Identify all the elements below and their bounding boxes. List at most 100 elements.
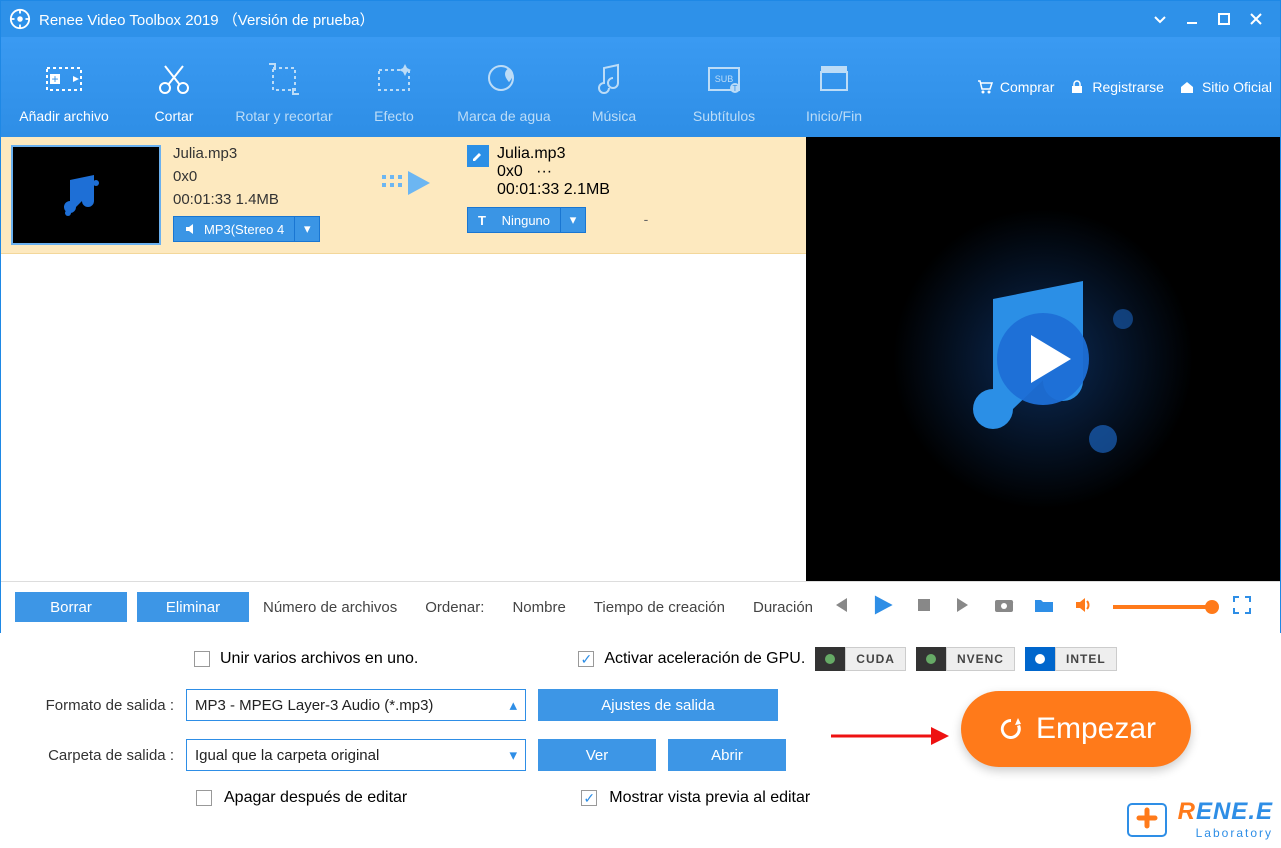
text-t-icon: T [478,213,486,228]
tool-subtitles[interactable]: SUBT Subtítulos [669,50,779,124]
chevron-up-icon: ▴ [509,696,517,714]
src-resolution: 0x0 [173,168,363,185]
link-register[interactable]: Registrarse [1068,78,1164,96]
edit-format-icon [467,145,489,167]
crop-rotate-icon [229,56,339,102]
shutdown-checkbox[interactable] [196,790,212,806]
cart-icon [976,78,994,96]
app-title: Renee Video Toolbox 2019 （Versión de pru… [39,9,375,30]
dst-resolution: 0x0 [497,163,523,180]
app-logo-icon [9,8,31,30]
volume-icon[interactable] [1073,594,1095,621]
gpu-label: Activar aceleración de GPU. [604,650,805,668]
music-note-icon [559,56,669,102]
tool-label: Efecto [339,108,449,124]
output-folder-combo[interactable]: Igual que la carpeta original ▾ [186,739,526,771]
tool-label: Subtítulos [669,108,779,124]
link-label: Comprar [1000,79,1054,95]
brand-logo: RRENE.EENE.E Laboratory [1124,796,1273,842]
view-button[interactable]: Ver [538,739,656,771]
filmstrip-add-icon: + [9,56,119,102]
home-icon [1178,78,1196,96]
svg-text:T: T [733,84,738,93]
volume-slider[interactable] [1113,605,1213,609]
play-button[interactable] [869,592,895,623]
folder-label: Carpeta de salida : [24,747,174,764]
link-official-site[interactable]: Sitio Oficial [1178,78,1272,96]
watermark-droplet-icon [449,56,559,102]
combo-value: Igual que la carpeta original [195,747,509,764]
output-settings-button[interactable]: Ajustes de salida [538,689,778,721]
refresh-icon [996,714,1026,744]
file-count-label: Número de archivos [263,599,397,616]
next-button[interactable] [953,594,975,621]
gpu-chip-nvenc: NVENC [916,647,1015,671]
tool-cut[interactable]: Cortar [119,50,229,124]
scissors-icon [119,56,229,102]
dropdown-value: Ninguno [502,213,550,228]
sort-by-time[interactable]: Tiempo de creación [594,599,725,616]
gpu-chip-cuda: CUDA [815,647,906,671]
tool-add-file[interactable]: + Añadir archivo [9,50,119,124]
chevron-down-icon: ▾ [560,207,586,233]
main-area: Julia.mp3 0x0 00:01:33 1.4MB MP3(Stereo … [1,137,1280,582]
svg-text:SUB: SUB [715,74,734,84]
subtitle-icon: SUBT [669,56,779,102]
src-duration-size: 00:01:33 1.4MB [173,191,363,208]
sort-by-name[interactable]: Nombre [512,599,565,616]
format-dropdown[interactable]: MP3(Stereo 4 ▾ [173,216,320,242]
file-row[interactable]: Julia.mp3 0x0 00:01:33 1.4MB MP3(Stereo … [1,137,806,254]
preview-checkbox[interactable] [581,790,597,806]
clear-button[interactable]: Borrar [15,592,127,622]
svg-text:+: + [51,72,58,86]
annotation-arrow-icon [831,721,951,751]
brand-text-1: R [1178,798,1196,825]
sort-label: Ordenar: [425,599,484,616]
tool-label: Cortar [119,108,229,124]
toolbar-ribbon: + Añadir archivo Cortar Rotar y recortar… [1,37,1280,137]
combo-value: MP3 - MPEG Layer-3 Audio (*.mp3) [195,697,509,714]
dst-more[interactable]: ··· [536,163,552,180]
effect-sparkle-icon [339,56,449,102]
output-format-combo[interactable]: MP3 - MPEG Layer-3 Audio (*.mp3) ▴ [186,689,526,721]
tool-effect[interactable]: Efecto [339,50,449,124]
tool-rotate-crop[interactable]: Rotar y recortar [229,50,339,124]
tool-start-end[interactable]: Inicio/Fin [779,50,889,124]
gpu-chip-intel: INTEL [1025,647,1117,671]
shutdown-label: Apagar después de editar [224,789,407,807]
close-button[interactable] [1240,1,1272,37]
menu-dropdown-icon[interactable] [1144,1,1176,37]
source-info: Julia.mp3 0x0 00:01:33 1.4MB MP3(Stereo … [173,145,363,242]
tool-music[interactable]: Música [559,50,669,124]
fullscreen-button[interactable] [1231,594,1253,621]
prev-button[interactable] [829,594,851,621]
open-button[interactable]: Abrir [668,739,786,771]
chevron-down-icon: ▾ [294,216,320,242]
output-panel: Unir varios archivos en uno. Activar ace… [0,633,1281,848]
snapshot-button[interactable] [993,594,1015,621]
link-label: Sitio Oficial [1202,79,1272,95]
preview-pane[interactable] [806,137,1280,581]
remove-button[interactable]: Eliminar [137,592,249,622]
start-label: Empezar [1036,712,1156,746]
link-label: Registrarse [1092,79,1164,95]
maximize-button[interactable] [1208,1,1240,37]
merge-checkbox[interactable] [194,651,210,667]
file-list: Julia.mp3 0x0 00:01:33 1.4MB MP3(Stereo … [1,137,806,581]
start-button[interactable]: Empezar [961,691,1191,767]
minimize-button[interactable] [1176,1,1208,37]
tool-label: Marca de agua [449,108,559,124]
brand-subtext: Laboratory [1178,826,1273,840]
dropdown-value: MP3(Stereo 4 [204,222,284,237]
link-buy[interactable]: Comprar [976,78,1054,96]
sort-by-duration[interactable]: Duración [753,599,813,616]
preview-placeholder-icon [893,209,1193,509]
tool-label: Añadir archivo [9,108,119,124]
stop-button[interactable] [913,594,935,621]
preview-label: Mostrar vista previa al editar [609,789,810,807]
open-folder-button[interactable] [1033,594,1055,621]
player-controls [811,582,1281,632]
tool-watermark[interactable]: Marca de agua [449,50,559,124]
gpu-checkbox[interactable] [578,651,594,667]
subtitle-dropdown[interactable]: T Ninguno ▾ [467,207,586,233]
